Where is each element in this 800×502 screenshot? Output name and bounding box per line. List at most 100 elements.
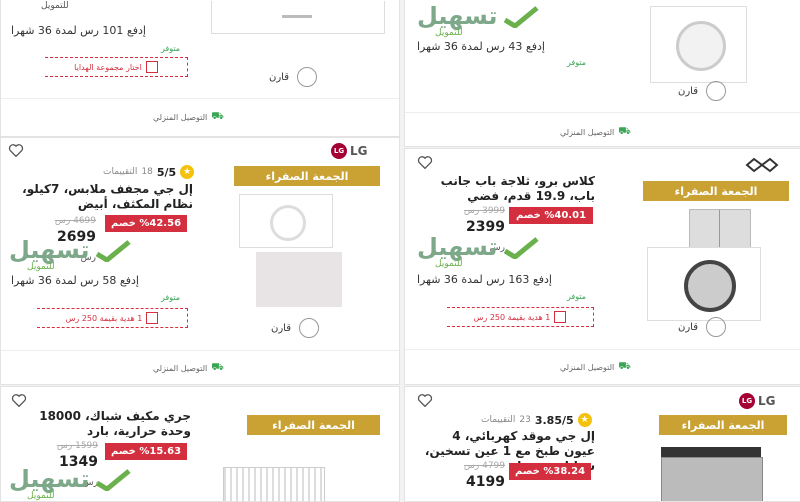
home-delivery: ⛟ التوصيل المنزلي xyxy=(153,362,224,375)
tashil-swoosh-icon xyxy=(503,237,539,259)
discount-badge: %40.01 خصم xyxy=(509,207,593,224)
truck-icon: ⛟ xyxy=(618,126,631,137)
heart-icon[interactable] xyxy=(417,393,433,407)
tashil-swoosh-icon xyxy=(95,469,131,491)
brand-name: LG xyxy=(350,144,368,158)
gift-selector[interactable]: اختار مجموعة الهدايا xyxy=(45,57,188,77)
discount-badge: %15.63 خصم xyxy=(105,443,187,460)
gift-icon xyxy=(554,311,567,323)
compare-checkbox[interactable] xyxy=(299,318,319,338)
yellow-friday-badge: الجمعة الصفراء xyxy=(247,415,380,435)
rating-score: 5/5 xyxy=(156,165,177,179)
compare-checkbox[interactable] xyxy=(297,67,317,87)
product-image-front-load-washer xyxy=(647,247,761,321)
product-title[interactable]: جري مكيف شباك، 18000 وحدة حرارية، بارد xyxy=(11,409,191,439)
rating-count: 23 xyxy=(519,415,531,425)
in-stock-label: متوفر xyxy=(161,293,181,302)
tashil-financing-logo: تسهيل للتمويل xyxy=(9,467,131,501)
product-image-dryer-body xyxy=(256,252,342,307)
product-card-lg-dryer[interactable]: LG LG ★ 5/5 18 التقييمات إل جي مجفف ملاب… xyxy=(0,137,400,385)
brand-name: LG xyxy=(758,394,776,408)
in-stock-label: متوفر xyxy=(161,44,181,53)
gift-label: اختار مجموعة الهدايا xyxy=(74,62,142,72)
rating-label: التقييمات xyxy=(481,415,516,425)
rating-score: 3.85/5 xyxy=(534,413,574,427)
product-card-top-right[interactable]: تسهيل للتمويل إدفع 43 رس لمدة 36 شهرا مت… xyxy=(404,0,800,147)
delivery-label: التوصيل المنزلي xyxy=(153,364,208,373)
heart-icon[interactable] xyxy=(8,143,24,157)
delivery-label: التوصيل المنزلي xyxy=(560,128,615,137)
tashil-financing-logo: تسهيل للتمويل xyxy=(417,235,539,269)
rating-label: التقييمات xyxy=(103,167,138,177)
gift-offer[interactable]: 1 هدية بقيمة 250 رس xyxy=(37,308,188,328)
old-price: 4699 رس xyxy=(54,216,96,226)
price-block: 4799 رس 4199 رس xyxy=(460,461,505,501)
compare-label: قارن xyxy=(678,321,698,333)
yellow-friday-badge: الجمعة الصفراء xyxy=(234,166,380,186)
gift-icon xyxy=(145,61,158,73)
heart-icon[interactable] xyxy=(11,393,27,407)
installment-text: إدفع 43 رس لمدة 36 شهرا xyxy=(417,40,545,53)
delivery-label: التوصيل المنزلي xyxy=(560,363,615,372)
compare-toggle[interactable]: قارن xyxy=(269,67,317,87)
home-delivery: ⛟ التوصيل المنزلي xyxy=(560,126,631,139)
star-icon: ★ xyxy=(180,165,195,179)
yellow-friday-badge: الجمعة الصفراء xyxy=(643,181,789,201)
product-card-lg-electric-cooker[interactable]: LG LG ★ 3.85/5 23 التقييمات إل جي موقد ك… xyxy=(404,386,800,502)
star-icon: ★ xyxy=(577,413,592,427)
in-stock-label: متوفر xyxy=(567,292,587,301)
truck-icon: ⛟ xyxy=(618,361,631,372)
product-image-window-ac xyxy=(223,467,325,501)
product-image-dryer xyxy=(239,194,333,248)
truck-icon: ⛟ xyxy=(211,111,224,122)
old-price: 1599 رس xyxy=(56,441,98,451)
current-price: 4199 xyxy=(466,474,505,490)
tashil-swoosh-icon xyxy=(95,240,131,262)
product-title[interactable]: كلاس برو، ثلاجة باب جانب باب، 19.9 قدم، … xyxy=(435,174,595,204)
rating: ★ 5/5 18 التقييمات xyxy=(103,165,195,179)
discount-badge: %38.24 خصم xyxy=(509,463,591,480)
compare-toggle[interactable]: قارن xyxy=(678,81,726,101)
compare-checkbox[interactable] xyxy=(706,317,726,337)
gift-label: 1 هدية بقيمة 250 رس xyxy=(65,313,143,323)
product-card-top-left[interactable]: للتمويل إدفع 101 رس لمدة 36 شهرا متوفر ا… xyxy=(0,0,400,137)
brand-logo-lg: LG LG xyxy=(739,393,776,409)
truck-icon: ⛟ xyxy=(211,362,224,373)
discount-badge: %42.56 خصم xyxy=(105,215,187,232)
compare-label: قارن xyxy=(678,85,698,97)
gift-icon xyxy=(146,312,159,324)
tashil-swoosh-icon xyxy=(503,6,539,28)
tashil-financing-logo: تسهيل للتمويل xyxy=(9,238,131,272)
gift-label: 1 هدية بقيمة 250 رس xyxy=(473,312,551,322)
yellow-friday-badge: الجمعة الصفراء xyxy=(659,415,787,435)
old-price: 3999 رس xyxy=(463,206,505,216)
lg-logo-icon: LG xyxy=(739,393,755,409)
in-stock-label: متوفر xyxy=(567,58,587,67)
installment-text: إدفع 58 رس لمدة 36 شهرا xyxy=(11,274,139,287)
product-title[interactable]: إل جي مجفف ملابس، 7كيلو، نظام المكثف، أب… xyxy=(7,182,193,212)
product-image-washing-machine xyxy=(650,6,747,83)
classpro-logo-icon xyxy=(745,157,779,173)
compare-checkbox[interactable] xyxy=(706,81,726,101)
home-delivery: ⛟ التوصيل المنزلي xyxy=(560,361,631,374)
cut-financing-tagline: للتمويل xyxy=(41,1,69,11)
lg-logo-icon: LG xyxy=(331,143,347,159)
currency: رس xyxy=(490,498,505,501)
brand-logo-lg: LG LG xyxy=(331,143,368,159)
product-image-air-conditioner xyxy=(211,1,385,34)
product-card-window-ac[interactable]: جري مكيف شباك، 18000 وحدة حرارية، بارد ا… xyxy=(0,386,400,502)
installment-text: إدفع 163 رس لمدة 36 شهرا xyxy=(417,273,552,286)
compare-label: قارن xyxy=(269,71,289,83)
old-price: 4799 رس xyxy=(463,461,505,471)
tashil-financing-logo: تسهيل للتمويل xyxy=(417,4,539,38)
compare-label: قارن xyxy=(271,322,291,334)
compare-toggle[interactable]: قارن xyxy=(678,317,726,337)
product-card-classpro-fridge[interactable]: كلاس برو، ثلاجة باب جانب باب، 19.9 قدم، … xyxy=(404,148,800,385)
gift-offer[interactable]: 1 هدية بقيمة 250 رس xyxy=(447,307,594,327)
delivery-label: التوصيل المنزلي xyxy=(153,113,208,122)
heart-icon[interactable] xyxy=(417,155,433,169)
product-image-electric-cooker xyxy=(655,447,767,501)
rating-count: 18 xyxy=(141,167,153,177)
home-delivery: ⛟ التوصيل المنزلي xyxy=(153,111,224,124)
compare-toggle[interactable]: قارن xyxy=(271,318,319,338)
